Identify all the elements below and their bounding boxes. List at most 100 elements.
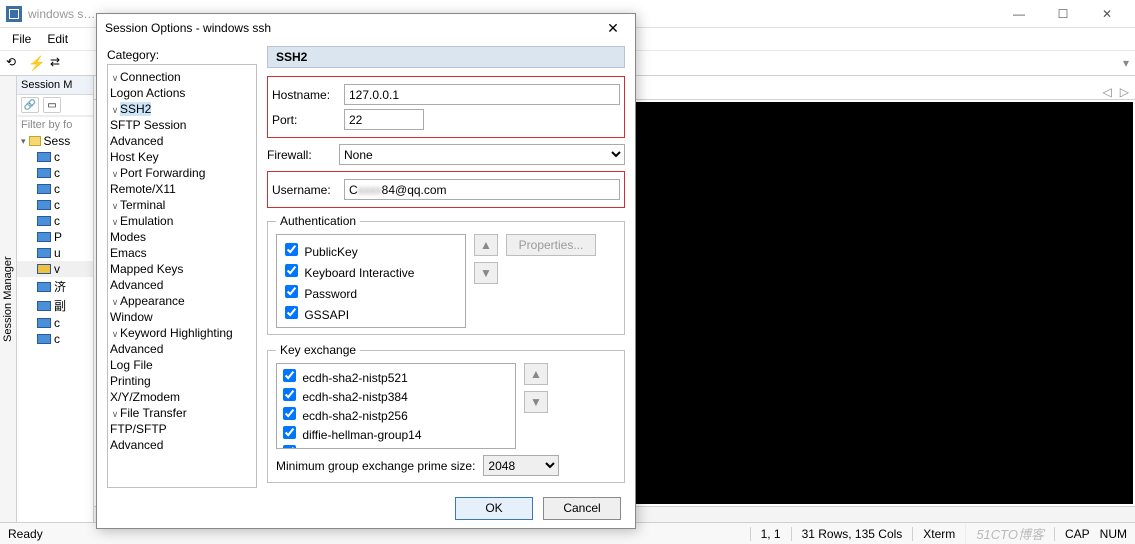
list-item[interactable]: c bbox=[17, 197, 93, 213]
list-item-selected[interactable]: v bbox=[17, 261, 93, 277]
session-options-dialog: Session Options - windows ssh ✕ Category… bbox=[96, 13, 636, 529]
firewall-select[interactable]: None bbox=[339, 144, 625, 165]
tree-ssh2[interactable]: SSH2 bbox=[120, 102, 151, 116]
list-item[interactable]: c bbox=[17, 315, 93, 331]
auth-password-checkbox[interactable] bbox=[285, 285, 298, 298]
auth-move-down-button[interactable]: ▼ bbox=[474, 262, 498, 284]
status-num: NUM bbox=[1100, 527, 1127, 541]
new-folder-icon[interactable]: ▭ bbox=[43, 97, 61, 113]
tree-xyzmodem[interactable]: X/Y/Zmodem bbox=[110, 390, 180, 404]
highlight-hostname-port: Hostname: Port: bbox=[267, 76, 625, 138]
tree-logon-actions[interactable]: Logon Actions bbox=[110, 86, 185, 100]
auth-move-up-button[interactable]: ▲ bbox=[474, 234, 498, 256]
quick-connect-icon[interactable]: ⚡ bbox=[28, 55, 44, 71]
minimize-button[interactable]: — bbox=[997, 0, 1041, 28]
app-icon bbox=[6, 6, 22, 22]
list-item[interactable]: c bbox=[17, 149, 93, 165]
tree-emacs[interactable]: Emacs bbox=[110, 246, 147, 260]
key-exchange-group: Key exchange ecdh-sha2-nistp521 ecdh-sha… bbox=[267, 343, 625, 483]
status-term: Xterm bbox=[912, 527, 965, 541]
session-manager-tab[interactable]: Session Manager bbox=[0, 76, 17, 522]
tree-appearance[interactable]: Appearance bbox=[120, 294, 185, 308]
menu-edit[interactable]: Edit bbox=[39, 30, 76, 48]
properties-button: Properties... bbox=[506, 234, 596, 256]
auth-publickey-checkbox[interactable] bbox=[285, 243, 298, 256]
list-item[interactable]: c bbox=[17, 165, 93, 181]
auth-keyboard-checkbox[interactable] bbox=[285, 264, 298, 277]
kx-move-down-button[interactable]: ▼ bbox=[524, 391, 548, 413]
tree-connection[interactable]: Connection bbox=[120, 70, 181, 84]
kx-item-checkbox[interactable] bbox=[283, 369, 296, 382]
tree-host-key[interactable]: Host Key bbox=[110, 150, 159, 164]
list-item[interactable]: c bbox=[17, 331, 93, 347]
kx-move-up-button[interactable]: ▲ bbox=[524, 363, 548, 385]
tree-advanced-ft[interactable]: Advanced bbox=[110, 438, 163, 452]
link-icon[interactable]: 🔗 bbox=[21, 97, 39, 113]
dialog-title: Session Options - windows ssh bbox=[105, 21, 271, 35]
tree-modes[interactable]: Modes bbox=[110, 230, 146, 244]
tree-emulation[interactable]: Emulation bbox=[120, 214, 173, 228]
filter-input[interactable]: Filter by fo bbox=[17, 116, 93, 133]
session-list: Sess c c c c c P u v 济 副 c c bbox=[17, 133, 93, 347]
tree-advanced-emu[interactable]: Advanced bbox=[110, 278, 163, 292]
status-ready: Ready bbox=[8, 527, 43, 541]
list-item[interactable]: 副 bbox=[17, 296, 93, 315]
dialog-close-button[interactable]: ✕ bbox=[599, 14, 627, 42]
sync-icon[interactable]: ⇄ bbox=[50, 55, 66, 71]
app-title: windows s… bbox=[28, 7, 95, 21]
menu-file[interactable]: File bbox=[4, 30, 39, 48]
tree-port-forwarding[interactable]: Port Forwarding bbox=[120, 166, 205, 180]
toolbar-chevron-icon[interactable]: ▾ bbox=[1123, 56, 1129, 70]
category-tree[interactable]: ∨Connection Logon Actions ∨SSH2 SFTP Ses… bbox=[107, 64, 257, 488]
list-item[interactable]: 济 bbox=[17, 277, 93, 296]
tree-remote-x11[interactable]: Remote/X11 bbox=[110, 182, 176, 196]
tree-sftp-session[interactable]: SFTP Session bbox=[110, 118, 186, 132]
auth-gssapi-checkbox[interactable] bbox=[285, 306, 298, 319]
hostname-label: Hostname: bbox=[272, 88, 344, 102]
list-item[interactable]: c bbox=[17, 181, 93, 197]
port-input[interactable] bbox=[344, 109, 424, 130]
status-cursor-pos: 1, 1 bbox=[750, 527, 791, 541]
username-input[interactable]: Cxxxx84@qq.com bbox=[344, 179, 620, 200]
tree-keyword-highlighting[interactable]: Keyword Highlighting bbox=[120, 326, 233, 340]
kx-item-checkbox[interactable] bbox=[283, 445, 296, 449]
tree-printing[interactable]: Printing bbox=[110, 374, 151, 388]
list-item[interactable]: P bbox=[17, 229, 93, 245]
kx-item-checkbox[interactable] bbox=[283, 388, 296, 401]
tree-advanced[interactable]: Advanced bbox=[110, 134, 163, 148]
firewall-label: Firewall: bbox=[267, 148, 339, 162]
tree-terminal[interactable]: Terminal bbox=[120, 198, 165, 212]
auth-methods-list[interactable]: PublicKey Keyboard Interactive Password … bbox=[276, 234, 466, 328]
tab-scroll-left-icon[interactable]: ◁ bbox=[1103, 85, 1112, 99]
port-label: Port: bbox=[272, 113, 344, 127]
min-group-select[interactable]: 2048 bbox=[483, 455, 559, 476]
list-item[interactable]: c bbox=[17, 213, 93, 229]
highlight-username: Username: Cxxxx84@qq.com bbox=[267, 171, 625, 208]
cancel-button[interactable]: Cancel bbox=[543, 497, 621, 520]
tree-file-transfer[interactable]: File Transfer bbox=[120, 406, 187, 420]
tree-mapped-keys[interactable]: Mapped Keys bbox=[110, 262, 183, 276]
category-label: Category: bbox=[107, 46, 257, 64]
key-exchange-legend: Key exchange bbox=[276, 343, 360, 357]
tree-ftp-sftp[interactable]: FTP/SFTP bbox=[110, 422, 167, 436]
kx-item-checkbox[interactable] bbox=[283, 407, 296, 420]
tree-log-file[interactable]: Log File bbox=[110, 358, 153, 372]
status-size: 31 Rows, 135 Cols bbox=[791, 527, 913, 541]
maximize-button[interactable]: ☐ bbox=[1041, 0, 1085, 28]
hostname-input[interactable] bbox=[344, 84, 620, 105]
session-manager-panel: Session Manager Session M 🔗 ▭ Filter by … bbox=[0, 76, 94, 522]
kx-list[interactable]: ecdh-sha2-nistp521 ecdh-sha2-nistp384 ec… bbox=[276, 363, 516, 449]
tree-window[interactable]: Window bbox=[110, 310, 153, 324]
list-item[interactable]: u bbox=[17, 245, 93, 261]
reconnect-icon[interactable]: ⟲ bbox=[6, 55, 22, 71]
session-folder[interactable]: Sess bbox=[17, 133, 93, 149]
tab-scroll-right-icon[interactable]: ▷ bbox=[1120, 85, 1129, 99]
close-button[interactable]: ✕ bbox=[1085, 0, 1129, 28]
kx-item-checkbox[interactable] bbox=[283, 426, 296, 439]
tree-advanced-kh[interactable]: Advanced bbox=[110, 342, 163, 356]
ok-button[interactable]: OK bbox=[455, 497, 533, 520]
min-group-label: Minimum group exchange prime size: bbox=[276, 459, 475, 473]
status-cap: CAP bbox=[1054, 527, 1100, 541]
section-header-ssh2: SSH2 bbox=[267, 46, 625, 68]
authentication-legend: Authentication bbox=[276, 214, 360, 228]
